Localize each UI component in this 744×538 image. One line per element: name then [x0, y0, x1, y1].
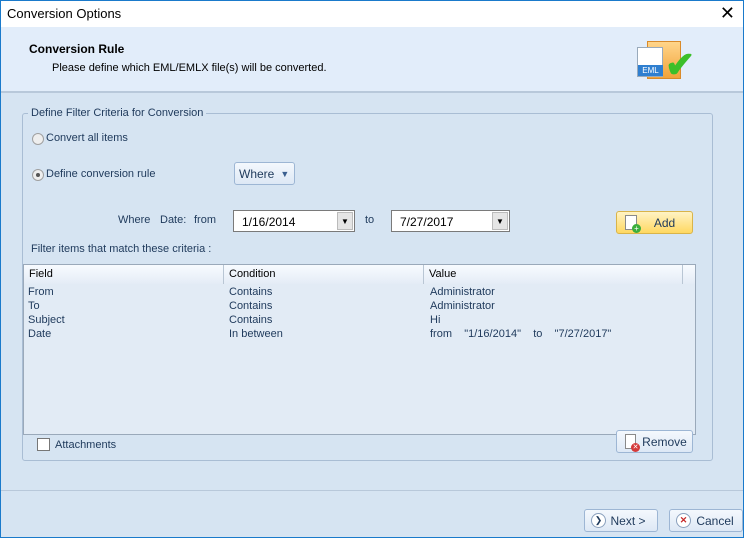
to-date-value: 7/27/2017 [400, 215, 454, 229]
attachments-label[interactable]: Attachments [55, 439, 116, 451]
group-legend: Define Filter Criteria for Conversion [28, 107, 207, 119]
chevron-right-icon: ❯ [591, 513, 606, 528]
conversion-options-dialog: Conversion Options ✕ Conversion Rule Ple… [0, 0, 744, 538]
header-title: Conversion Rule [29, 42, 125, 56]
criteria-list[interactable]: Field Condition Value From Contains Admi… [23, 264, 696, 435]
field-label: Date: [160, 214, 187, 226]
to-label: to [365, 214, 375, 226]
window-title: Conversion Options [7, 6, 122, 21]
chevron-down-icon: ▼ [280, 168, 290, 179]
cancel-x-icon: ✕ [676, 513, 691, 528]
where-dropdown-button[interactable]: Where ▼ [234, 162, 295, 185]
filter-label: Filter items that match these criteria : [31, 243, 212, 255]
remove-button[interactable]: ✕ Remove [616, 430, 693, 453]
from-date-value: 1/16/2014 [242, 215, 296, 229]
title-bar: Conversion Options ✕ [1, 1, 743, 27]
eml-convert-icon: EML ✔ [637, 41, 701, 87]
attachments-checkbox[interactable] [37, 438, 50, 451]
convert-all-label[interactable]: Convert all items [46, 132, 128, 144]
add-button[interactable]: + Add [616, 211, 693, 234]
add-button-label: Add [653, 215, 676, 230]
cancel-button-label: Cancel [696, 513, 734, 528]
define-rule-radio[interactable] [32, 169, 44, 181]
column-header-value[interactable]: Value [424, 265, 683, 284]
close-icon[interactable]: ✕ [720, 3, 735, 24]
where-label: Where [118, 214, 151, 226]
define-rule-label[interactable]: Define conversion rule [46, 168, 155, 180]
header-panel: Conversion Rule Please define which EML/… [1, 27, 743, 93]
column-header-field[interactable]: Field [24, 265, 224, 284]
where-button-label: Where [239, 166, 275, 181]
to-date-picker[interactable]: 7/27/2017 ▼ [391, 210, 510, 232]
dropdown-arrow-icon[interactable]: ▼ [492, 212, 508, 230]
next-button[interactable]: ❯ Next > [584, 509, 658, 532]
from-label: from [194, 214, 216, 226]
next-button-label: Next > [610, 513, 646, 528]
convert-all-radio[interactable] [32, 133, 44, 145]
remove-document-icon: ✕ [625, 434, 640, 452]
column-header-condition[interactable]: Condition [224, 265, 424, 284]
cancel-button[interactable]: ✕ Cancel [669, 509, 743, 532]
dropdown-arrow-icon[interactable]: ▼ [337, 212, 353, 230]
add-document-icon: + [625, 215, 641, 233]
remove-button-label: Remove [642, 434, 687, 449]
from-date-picker[interactable]: 1/16/2014 ▼ [233, 210, 355, 232]
footer-divider [1, 490, 743, 491]
header-subtitle: Please define which EML/EMLX file(s) wil… [52, 62, 327, 74]
